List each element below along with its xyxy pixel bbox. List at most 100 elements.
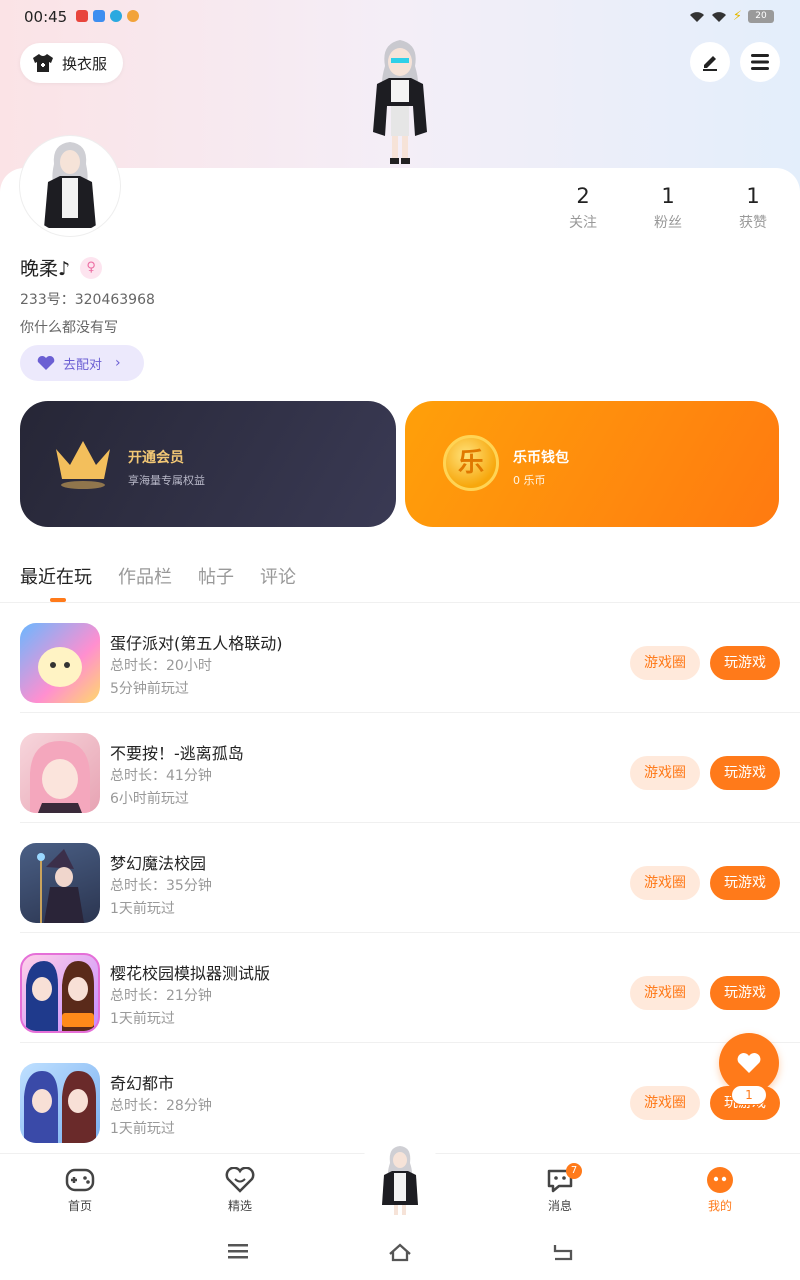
chevron-right-icon: › — [115, 355, 121, 371]
game-name: 樱花校园模拟器测试版 — [110, 964, 271, 983]
charging-icon: ⚡ — [732, 9, 742, 24]
likes-count: 1 — [746, 184, 760, 208]
game-icon — [20, 953, 100, 1033]
messages-badge: 7 — [566, 1163, 582, 1179]
edit-profile-button[interactable] — [690, 42, 730, 82]
wifi-icon — [711, 11, 726, 22]
avatar-character-figure[interactable] — [355, 36, 445, 168]
game-duration: 总时长：35分钟 — [110, 878, 212, 894]
user-bio: 你什么都没有写 — [20, 320, 118, 336]
wallet-title: 乐币钱包 — [513, 450, 569, 466]
game-duration: 总时长：41分钟 — [110, 768, 212, 784]
game-row[interactable]: 梦幻魔法校园 总时长：35分钟 1天前玩过 游戏圈 玩游戏 — [20, 823, 800, 933]
nav-mine[interactable]: 我的 — [690, 1166, 750, 1214]
heart-icon — [737, 1053, 761, 1073]
back-icon[interactable] — [551, 1242, 573, 1262]
battery-icon: 20 — [748, 10, 774, 23]
game-circle-button[interactable]: 游戏圈 — [630, 866, 700, 900]
change-outfit-label: 换衣服 — [62, 54, 108, 73]
game-last-played: 1天前玩过 — [110, 1121, 175, 1137]
app-notification-icon — [127, 10, 139, 22]
notification-icons — [76, 10, 139, 22]
game-row[interactable]: 蛋仔派对(第五人格联动) 总时长：20小时 5分钟前玩过 游戏圈 玩游戏 — [20, 603, 800, 713]
heart-icon — [37, 355, 55, 370]
game-icon — [20, 623, 100, 703]
wifi-icon — [689, 11, 704, 22]
game-duration: 总时长：21分钟 — [110, 988, 212, 1004]
following-count: 2 — [576, 184, 590, 208]
crown-icon — [56, 441, 110, 489]
user-id: 233号：320463968 — [20, 292, 155, 308]
go-pair-label: 去配对 — [63, 357, 103, 373]
mine-face-icon — [690, 1166, 750, 1194]
home-icon[interactable] — [388, 1242, 412, 1262]
floating-like-button[interactable] — [719, 1033, 779, 1093]
game-circle-button[interactable]: 游戏圈 — [630, 646, 700, 680]
app-notification-icon — [110, 10, 122, 22]
game-last-played: 1天前玩过 — [110, 901, 175, 917]
go-pair-button[interactable]: 去配对 › — [20, 345, 144, 381]
likes-label: 获赞 — [739, 215, 767, 231]
nav-featured[interactable]: 精选 — [210, 1166, 270, 1214]
profile-avatar[interactable] — [20, 136, 120, 236]
nav-messages-label: 消息 — [547, 1199, 572, 1213]
game-row[interactable]: 奇幻都市 总时长：28分钟 1天前玩过 游戏圈 玩游戏 — [20, 1043, 800, 1147]
female-gender-icon: ♀ — [80, 256, 103, 279]
vip-subtitle: 享海量专属权益 — [128, 474, 205, 487]
nav-center-avatar[interactable] — [370, 1143, 430, 1217]
menu-icon — [751, 54, 769, 70]
game-name: 梦幻魔法校园 — [110, 854, 207, 873]
play-game-button[interactable]: 玩游戏 — [710, 756, 780, 790]
game-circle-button[interactable]: 游戏圈 — [630, 976, 700, 1010]
play-game-button[interactable]: 玩游戏 — [710, 866, 780, 900]
game-last-played: 5分钟前玩过 — [110, 681, 189, 697]
nav-mine-label: 我的 — [707, 1199, 732, 1213]
followers-stat[interactable]: 1 粉丝 — [638, 184, 698, 232]
vip-title: 开通会员 — [128, 450, 184, 466]
avatar-image — [44, 142, 96, 228]
gamepad-icon — [50, 1166, 110, 1194]
game-duration: 总时长：28分钟 — [110, 1098, 212, 1114]
likes-stat[interactable]: 1 获赞 — [723, 184, 783, 232]
nav-featured-label: 精选 — [227, 1199, 252, 1213]
game-last-played: 6小时前玩过 — [110, 791, 189, 807]
username-row: 晚柔♪ ♀ — [20, 254, 103, 281]
vip-membership-card[interactable]: 开通会员 享海量专属权益 — [20, 401, 396, 527]
nav-home[interactable]: 首页 — [50, 1166, 110, 1214]
game-last-played: 1天前玩过 — [110, 1011, 175, 1027]
game-name: 蛋仔派对(第五人格联动) — [110, 634, 283, 653]
following-stat[interactable]: 2 关注 — [553, 184, 613, 232]
shirt-icon — [33, 54, 53, 72]
game-circle-button[interactable]: 游戏圈 — [630, 1086, 700, 1120]
play-game-button[interactable]: 玩游戏 — [710, 646, 780, 680]
menu-button[interactable] — [740, 42, 780, 82]
followers-count: 1 — [661, 184, 675, 208]
followers-label: 粉丝 — [654, 215, 682, 231]
game-name: 不要按！-逃离孤岛 — [110, 744, 244, 763]
floating-like-count: 1 — [731, 1085, 767, 1105]
app-notification-icon — [76, 10, 88, 22]
tab-works[interactable]: 作品栏 — [118, 563, 172, 589]
recents-icon[interactable] — [227, 1242, 249, 1260]
nav-home-label: 首页 — [67, 1199, 92, 1213]
game-row[interactable]: 樱花校园模拟器测试版 总时长：21分钟 1天前玩过 游戏圈 玩游戏 — [20, 933, 800, 1043]
following-label: 关注 — [569, 215, 597, 231]
tab-comments[interactable]: 评论 — [260, 563, 296, 589]
profile-tabs: 最近在玩 作品栏 帖子 评论 — [20, 563, 296, 589]
game-circle-button[interactable]: 游戏圈 — [630, 756, 700, 790]
coin-icon: 乐 — [443, 435, 499, 491]
wallet-balance: 0 乐币 — [513, 474, 546, 487]
wallet-card[interactable]: 乐 乐币钱包 0 乐币 — [405, 401, 779, 527]
pencil-icon — [703, 56, 717, 71]
game-icon — [20, 1063, 100, 1143]
game-icon — [20, 733, 100, 813]
status-bar: 00:45 ⚡ 20 — [0, 0, 800, 34]
tab-posts[interactable]: 帖子 — [198, 563, 234, 589]
play-game-button[interactable]: 玩游戏 — [710, 976, 780, 1010]
app-notification-icon — [93, 10, 105, 22]
status-time: 00:45 — [24, 8, 68, 26]
tab-recently-played[interactable]: 最近在玩 — [20, 563, 92, 589]
change-outfit-button[interactable]: 换衣服 — [20, 43, 124, 83]
featured-heart-icon — [210, 1166, 270, 1194]
game-row[interactable]: 不要按！-逃离孤岛 总时长：41分钟 6小时前玩过 游戏圈 玩游戏 — [20, 713, 800, 823]
